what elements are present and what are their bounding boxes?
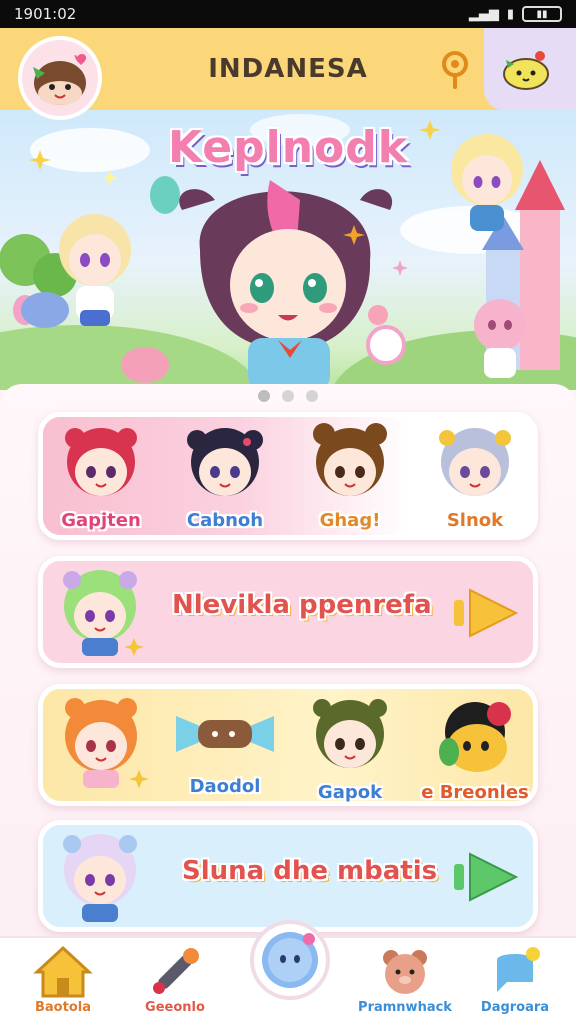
status-time: 1901:02 (14, 5, 77, 23)
character-avatar (65, 428, 137, 496)
character-label: Ghag! (319, 510, 381, 531)
feature-title: Sluna dhe mbatis (182, 856, 438, 886)
carousel-dot[interactable] (306, 390, 318, 402)
character-item[interactable]: Gapjten (46, 420, 156, 531)
character-avatar (313, 699, 387, 768)
item-label: Daodol (189, 776, 261, 797)
status-bar: 1901:02 ▂▄▆ ▮ ▮▮ (0, 0, 576, 28)
nav-label: Pramnwhack (358, 1000, 452, 1015)
status-icons: ▂▄▆ ▮ ▮▮ (469, 6, 562, 22)
hero-title: Keplnodk (167, 122, 409, 173)
carousel-dot[interactable] (258, 390, 270, 402)
nav-item-friends[interactable]: Pramnwhack (350, 938, 460, 1024)
nav-label: Baotola (35, 1000, 91, 1015)
app-logo-icon[interactable] (18, 36, 102, 120)
item-label: e Breonles (421, 782, 529, 803)
item-entry[interactable]: Daodol (170, 700, 280, 797)
nav-item-home[interactable]: Baotola (8, 938, 118, 1024)
character-item[interactable]: Ghag! (295, 420, 405, 531)
item-label: Gapok (317, 782, 383, 803)
feature-avatar (50, 562, 150, 666)
item-entry[interactable]: e Breonles (420, 692, 530, 803)
play-arrow-icon (454, 588, 519, 638)
chat-bubble-icon (497, 947, 540, 992)
carousel-indicator[interactable] (0, 390, 576, 402)
character-avatar (65, 698, 149, 788)
wifi-icon: ▮ (506, 6, 514, 22)
character-avatar (439, 702, 511, 772)
paintbrush-icon (153, 948, 199, 994)
play-button[interactable] (452, 850, 520, 904)
character-item[interactable]: Slnok (420, 420, 530, 531)
nav-label: Dagroara (480, 1000, 550, 1015)
battery-icon: ▮▮ (522, 6, 562, 22)
character-avatar (439, 428, 511, 496)
search-button[interactable] (438, 51, 474, 89)
character-avatar (187, 428, 263, 496)
character-label: Cabnoh (186, 510, 264, 531)
ghost-bubble-icon (262, 932, 318, 988)
home-icon (33, 945, 93, 998)
nav-label: Geeonlo (145, 1000, 205, 1015)
mascot-icon (503, 51, 549, 90)
item-entry[interactable] (46, 692, 156, 792)
nav-center-button[interactable] (250, 920, 330, 1000)
character-label: Slnok (446, 510, 504, 531)
character-avatar (313, 423, 387, 496)
feature-avatar (50, 826, 150, 930)
play-button[interactable] (452, 586, 520, 640)
mascot-button[interactable] (500, 46, 552, 92)
play-arrow-icon (454, 852, 519, 902)
feature-title: Nlevikla ppenrefa (172, 590, 432, 620)
nav-item-paint[interactable]: Geeonlo (120, 938, 230, 1024)
item-entry[interactable]: Gapok (295, 692, 405, 803)
search-icon (442, 51, 468, 89)
carousel-dot[interactable] (282, 390, 294, 402)
nav-item-chat[interactable]: Dagroara (460, 938, 570, 1024)
character-label: Gapjten (61, 510, 141, 531)
signal-icon: ▂▄▆ (468, 6, 499, 22)
character-item[interactable]: Cabnoh (170, 420, 280, 531)
bear-icon (383, 950, 427, 994)
candy-icon (176, 716, 274, 752)
